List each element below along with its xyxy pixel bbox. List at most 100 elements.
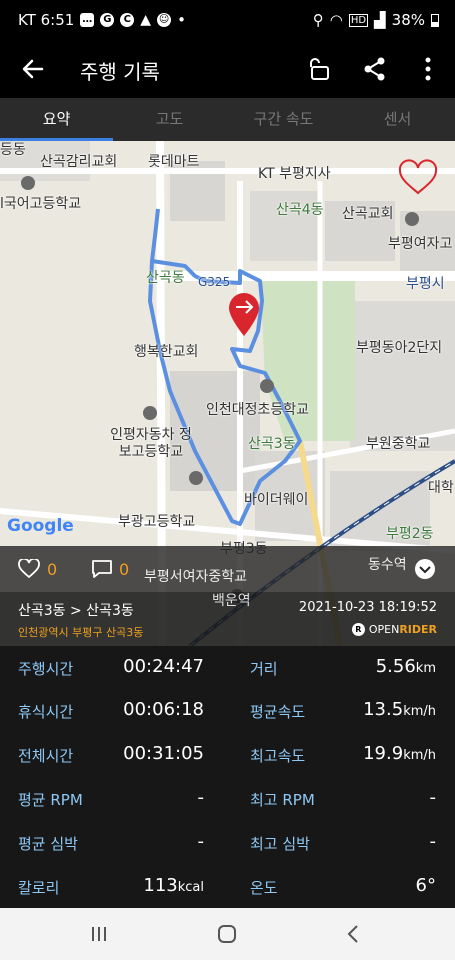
- social-bar: 0 0 부평서여자중학교 동수역: [0, 546, 455, 592]
- app-c-icon: C: [120, 13, 135, 27]
- stat-unit: kcal: [177, 880, 204, 895]
- map-label: 부평시: [406, 276, 445, 292]
- stat-value: -: [429, 831, 437, 852]
- stat-label: 최고 RPM: [250, 791, 315, 809]
- map-label: 부원중학교: [366, 436, 431, 452]
- google-attribution: Google: [7, 516, 74, 536]
- ride-info: 백운역 산곡3동 > 산곡3동 인천광역시 부평구 산곡3동 2021-10-2…: [0, 592, 455, 646]
- stat-label: 휴식시간: [18, 703, 74, 721]
- ride-datetime: 2021-10-23 18:19:52: [298, 600, 437, 615]
- tab-altitude[interactable]: 고도: [113, 98, 226, 141]
- map-label: 부평동아2단지: [356, 340, 443, 356]
- battery-text: 38%: [391, 11, 425, 29]
- comment-count: 0: [119, 560, 130, 579]
- like-heart-icon[interactable]: [18, 559, 40, 579]
- stat-number: 113: [143, 875, 178, 896]
- stat-row: 주행시간 00:24:47 거리 5.56km: [0, 646, 455, 689]
- stat-row: 칼로리 113kcal 온도 6°: [0, 865, 455, 908]
- map-label: 인평자동차 정보고등학교: [110, 427, 192, 460]
- stat-value: 113kcal: [110, 875, 204, 896]
- comment-icon[interactable]: [90, 559, 114, 579]
- stat-unit: km/h: [403, 704, 436, 719]
- map-label: 백운역: [212, 593, 251, 609]
- stat-row: 평균 심박 - 최고 심박 -: [0, 821, 455, 864]
- stat-label: 거리: [250, 660, 278, 678]
- openrider-icon: R: [351, 623, 365, 636]
- tab-bar: 요약 고도 구간 속도 센서: [0, 98, 455, 141]
- stat-label: 주행시간: [18, 660, 74, 678]
- map-label: 부평2동: [386, 526, 434, 542]
- stat-label: 최고속도: [250, 747, 306, 765]
- stat-value: 00:31:05: [123, 743, 204, 764]
- status-bar: KT 6:51 … G C ▲ ☺ • ⚲ ◠ HD ▟ 38%: [0, 0, 455, 42]
- wifi-icon: ◠: [329, 11, 343, 29]
- map-label: 부평여자고: [388, 236, 453, 252]
- status-time: KT 6:51: [18, 11, 75, 29]
- page-title: 주행 기록: [80, 60, 160, 84]
- stat-number: 19.9: [363, 743, 404, 764]
- stat-value: -: [197, 787, 205, 808]
- stat-row: 휴식시간 00:06:18 평균속도 13.5km/h: [0, 689, 455, 732]
- tab-summary[interactable]: 요약: [0, 98, 113, 141]
- stat-value: 00:24:47: [123, 656, 204, 677]
- stat-value: -: [429, 787, 437, 808]
- map-label: KT 부평지사: [258, 166, 331, 182]
- map-label: 등동: [0, 142, 26, 158]
- brand-rider: RIDER: [399, 623, 437, 636]
- map-label: 동수역: [368, 557, 407, 573]
- map-label: 산곡3동: [248, 436, 296, 452]
- app-face-icon: ☺: [157, 13, 172, 27]
- openrider-logo: R OPEN RIDER: [351, 623, 437, 636]
- map-label: 바이더웨이: [244, 492, 309, 508]
- like-count: 0: [47, 560, 58, 579]
- chevron-down-icon[interactable]: [414, 558, 436, 580]
- stat-label: 온도: [250, 879, 278, 897]
- location-icon: ⚲: [312, 11, 324, 29]
- stat-value: 00:06:18: [123, 699, 204, 720]
- more-vert-icon[interactable]: [414, 55, 442, 83]
- route-name: 산곡3동 > 산곡3동: [18, 603, 134, 619]
- share-icon[interactable]: [361, 55, 389, 83]
- recent-apps-icon[interactable]: [86, 922, 112, 946]
- stat-value: -: [197, 831, 205, 852]
- stat-label: 평균 심박: [18, 835, 78, 853]
- volte-icon: HD: [348, 13, 369, 27]
- stat-label: 평균속도: [250, 703, 306, 721]
- map-label: 인천대정초등학교: [206, 402, 310, 418]
- stat-row: 전체시간 00:31:05 최고속도 19.9km/h: [0, 733, 455, 776]
- map-label: 산곡4동: [276, 202, 324, 218]
- stat-value: 13.5km/h: [330, 699, 436, 720]
- stat-label: 전체시간: [18, 747, 74, 765]
- map-label: l국어고등학교: [0, 196, 82, 212]
- map-label: 행복한교회: [134, 344, 199, 360]
- tab-section-speed[interactable]: 구간 속도: [227, 98, 340, 141]
- stat-value: 6°: [415, 875, 436, 896]
- map-label: G325: [198, 275, 231, 289]
- back-arrow-icon[interactable]: [18, 54, 48, 84]
- more-dot-icon: •: [177, 11, 186, 29]
- home-icon[interactable]: [214, 922, 240, 946]
- stat-label: 평균 RPM: [18, 791, 83, 809]
- system-back-icon[interactable]: [341, 922, 367, 946]
- notification-icon: G: [100, 13, 115, 27]
- app-bar: 주행 기록: [0, 42, 455, 98]
- brand-open: OPEN: [368, 623, 400, 636]
- stat-label: 최고 심박: [250, 835, 310, 853]
- system-nav-bar: [0, 908, 455, 960]
- map-label: 산곡동: [146, 270, 185, 286]
- stat-value: 19.9km/h: [330, 743, 436, 764]
- stat-unit: km/h: [403, 748, 436, 763]
- tab-sensor[interactable]: 센서: [341, 98, 454, 141]
- stat-number: 5.56: [375, 656, 416, 677]
- stat-value: 5.56km: [330, 656, 436, 677]
- stat-row: 평균 RPM - 최고 RPM -: [0, 777, 455, 820]
- stats-panel: 주행시간 00:24:47 거리 5.56km 휴식시간 00:06:18 평균…: [0, 646, 455, 908]
- stat-label: 칼로리: [18, 879, 60, 897]
- message-icon: …: [80, 13, 95, 27]
- ride-address: 인천광역시 부평구 산곡3동: [18, 626, 144, 639]
- map-label: 대학: [428, 480, 454, 496]
- map-label: 롯데마트: [148, 154, 200, 170]
- unlock-icon[interactable]: [306, 55, 334, 83]
- battery-icon: [431, 13, 439, 27]
- map-label: 산곡교회: [342, 206, 394, 222]
